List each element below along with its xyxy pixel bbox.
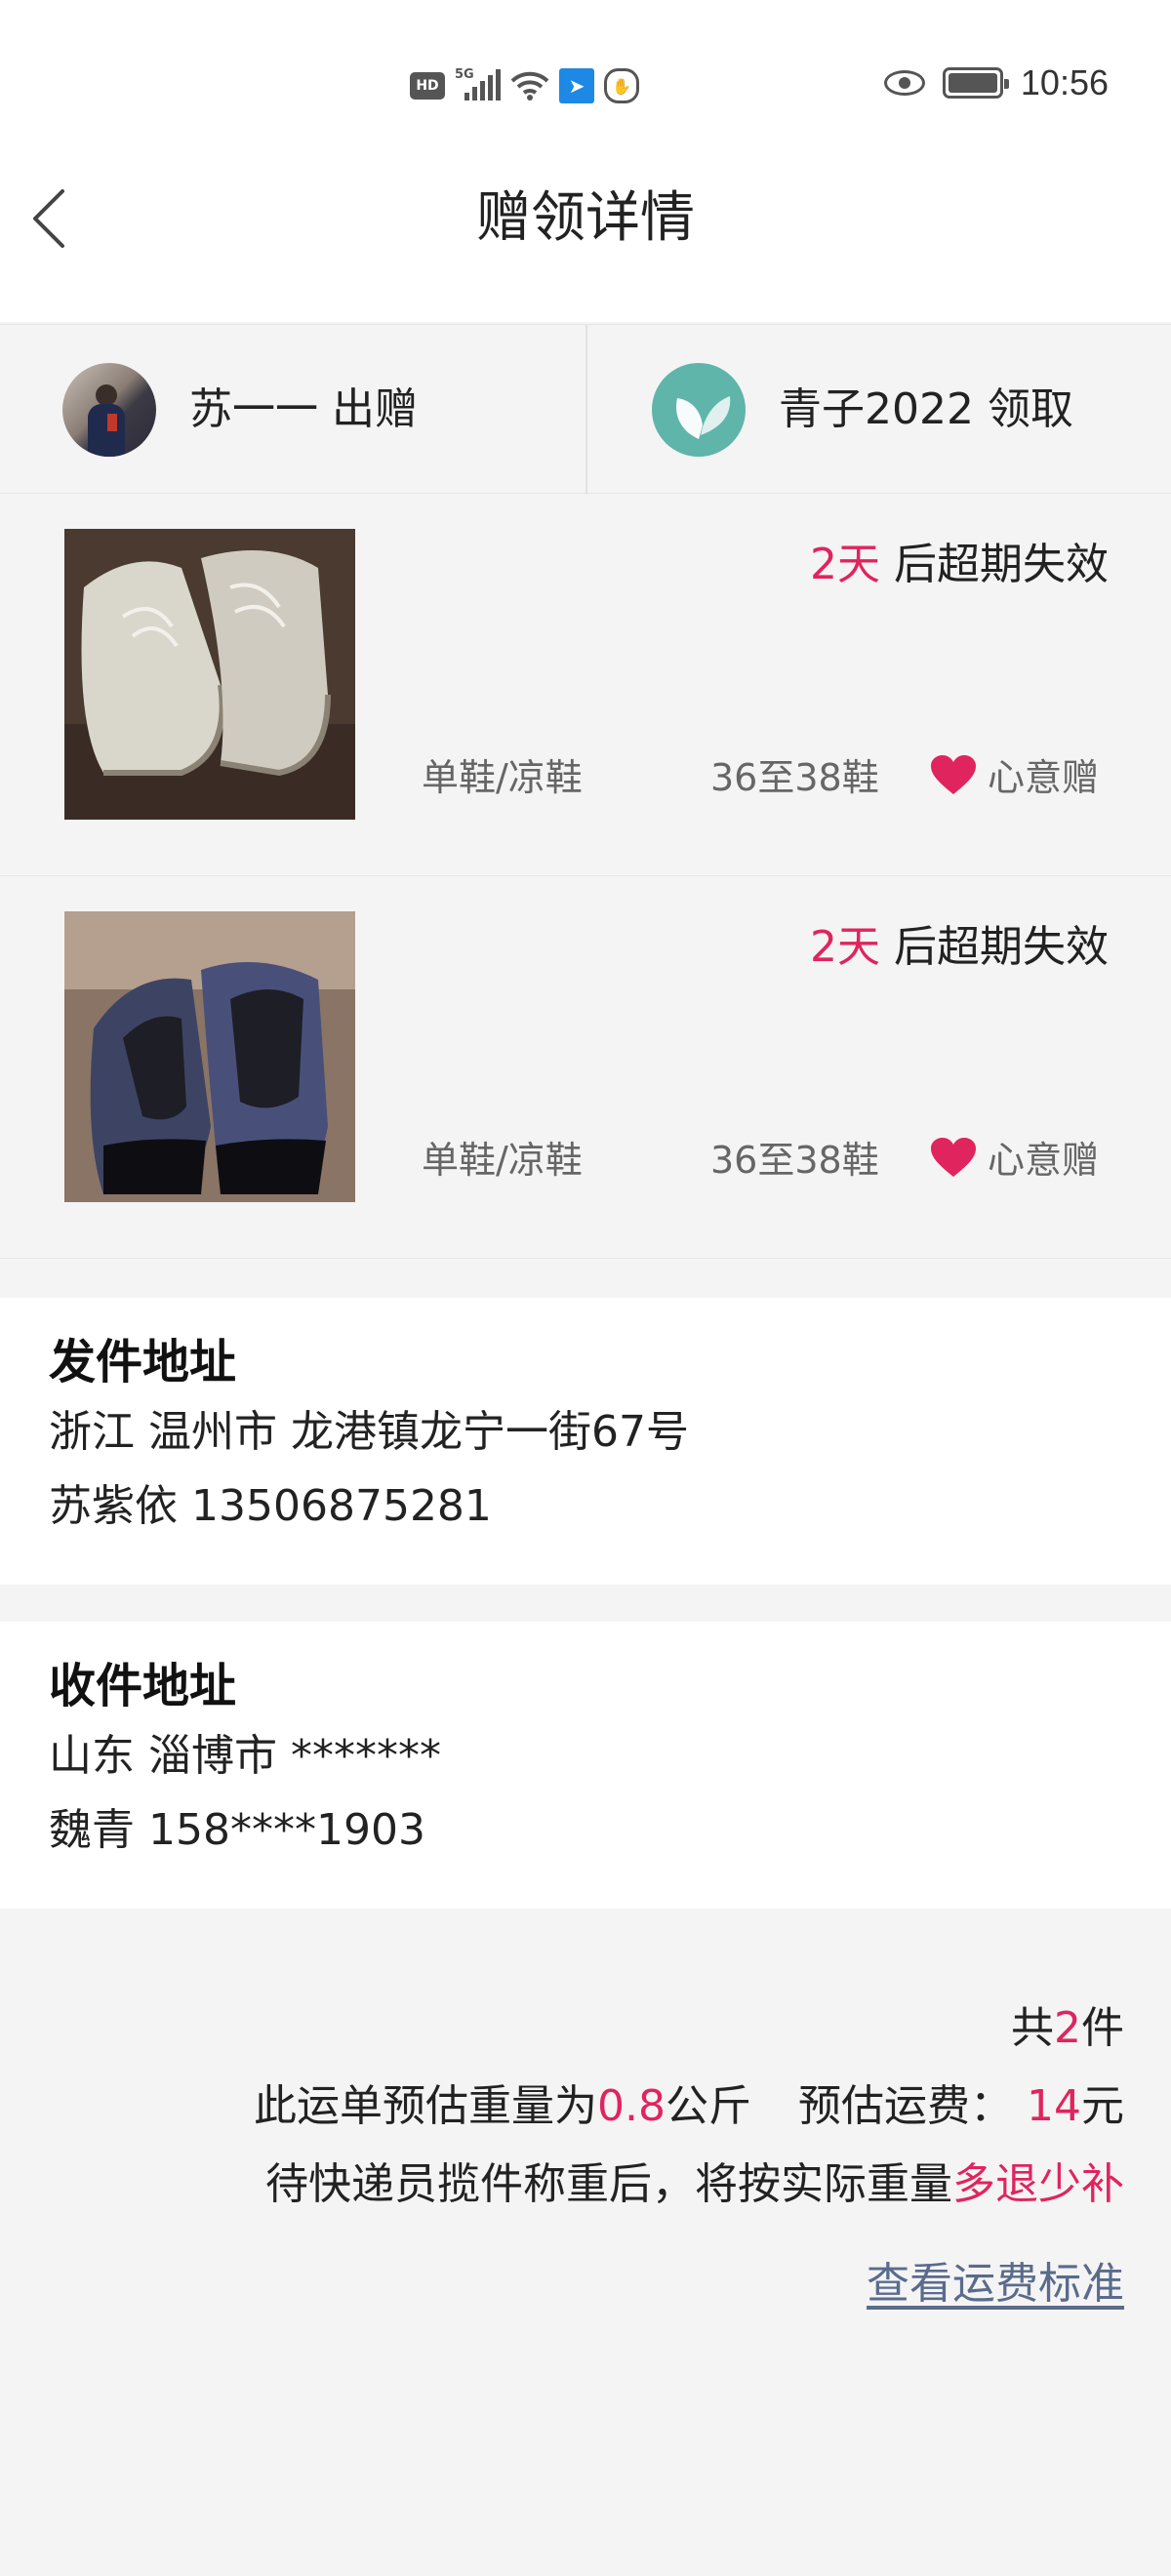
gift-type-label: 心意赠: [988, 756, 1100, 799]
item-count-suffix: 件: [1081, 2003, 1124, 2053]
nav-bar: 赠领详情: [0, 166, 1171, 322]
hand-icon: ✋: [604, 68, 639, 103]
receiver-address-line: 山东 淄博市 *******: [49, 1731, 441, 1781]
list-item[interactable]: 2天 后超期失效 单鞋/凉鞋 36至38鞋 心意赠: [0, 878, 1171, 1259]
sender-address-line: 浙江 温州市 龙港镇龙宁一街67号: [49, 1407, 689, 1457]
giver-label: 苏一一 出赠: [189, 388, 418, 431]
fee-standard-link[interactable]: 查看运费标准: [867, 2248, 1124, 2311]
receiver-info[interactable]: 青子2022 领取: [652, 325, 1169, 495]
divider: [586, 325, 587, 495]
giver-info[interactable]: 苏一一 出赠: [62, 325, 586, 495]
fee-unit: 元: [1081, 2081, 1124, 2131]
expire-notice: 2天 后超期失效: [810, 911, 1109, 974]
weight-fee-estimate: 此运单预估重量为0.8公斤 预估运费： 14元: [51, 2071, 1124, 2133]
item-category: 单鞋/凉鞋: [422, 756, 583, 799]
expire-days: 2天: [810, 922, 880, 972]
heart-icon: [931, 1137, 976, 1177]
giver-role: 出赠: [332, 384, 418, 434]
weight-value: 0.8: [597, 2081, 666, 2131]
gift-type: 心意赠: [929, 747, 1099, 801]
receiver-avatar[interactable]: [652, 363, 746, 457]
sender-contact: 苏紫依 13506875281: [49, 1481, 492, 1531]
weight-prefix: 此运单预估重量为: [254, 2081, 598, 2131]
weighing-note: 待快递员揽件称重后，将按实际重量多退少补: [51, 2149, 1124, 2211]
receiver-name: 青子2022: [779, 384, 974, 434]
shoe-photo: [64, 911, 355, 1202]
receiver-role: 领取: [987, 384, 1073, 434]
expire-text: 后超期失效: [894, 922, 1109, 972]
sender-address-card: 发件地址 浙江 温州市 龙港镇龙宁一街67号 苏紫依 13506875281: [0, 1298, 1171, 1585]
status-bar: HD 5G ➤ ✋ 10:56: [0, 0, 1171, 166]
receiver-address-title: 收件地址: [49, 1659, 237, 1713]
shoe-photo: [64, 529, 355, 820]
item-count: 共2件: [51, 1992, 1124, 2055]
gift-type-label: 心意赠: [988, 1139, 1100, 1182]
note-emphasis: 多退少补: [952, 2159, 1124, 2209]
battery-icon: [942, 67, 1009, 99]
note-prefix: 待快递员揽件称重后，将按实际重量: [265, 2159, 952, 2209]
item-size: 36至38鞋: [710, 756, 879, 799]
item-count-prefix: 共: [1011, 2003, 1054, 2053]
eye-icon: [883, 70, 925, 96]
fee-label: 预估运费：: [798, 2081, 1013, 2131]
item-photo[interactable]: [64, 911, 355, 1202]
gift-type: 心意赠: [929, 1130, 1099, 1184]
giver-name: 苏一一: [189, 384, 318, 434]
page-title: 赠领详情: [476, 186, 695, 250]
expire-notice: 2天 后超期失效: [810, 529, 1109, 591]
list-item[interactable]: 2天 后超期失效 单鞋/凉鞋 36至38鞋 心意赠: [0, 496, 1171, 876]
signal-icon: 5G: [455, 67, 501, 101]
party-bar: 苏一一 出赠 青子2022 领取: [0, 324, 1171, 495]
receiver-address-card: 收件地址 山东 淄博市 ******* 魏青 158****1903: [0, 1622, 1171, 1909]
app-notification-icon: ➤: [559, 68, 594, 103]
status-icons-left: HD 5G ➤ ✋: [410, 66, 639, 105]
receiver-contact: 魏青 158****1903: [49, 1805, 425, 1855]
expire-text: 后超期失效: [894, 540, 1109, 589]
sender-address-title: 发件地址: [49, 1335, 237, 1389]
heart-icon: [931, 754, 976, 794]
weight-unit: 公斤: [666, 2081, 751, 2131]
item-photo[interactable]: [64, 529, 355, 820]
status-icons-right: 10:56: [883, 62, 1109, 103]
item-size: 36至38鞋: [710, 1139, 879, 1182]
item-count-value: 2: [1054, 2003, 1081, 2053]
network-type-label: 5G: [455, 67, 474, 82]
giver-avatar[interactable]: [62, 363, 156, 457]
clock: 10:56: [1020, 62, 1109, 102]
fee-value: 14: [1027, 2081, 1081, 2131]
receiver-label: 青子2022 领取: [779, 388, 1073, 431]
leaf-logo-icon: [675, 396, 731, 439]
hd-icon: HD: [410, 72, 445, 100]
expire-days: 2天: [810, 540, 880, 589]
item-category: 单鞋/凉鞋: [422, 1139, 583, 1182]
wifi-icon: [510, 71, 549, 101]
